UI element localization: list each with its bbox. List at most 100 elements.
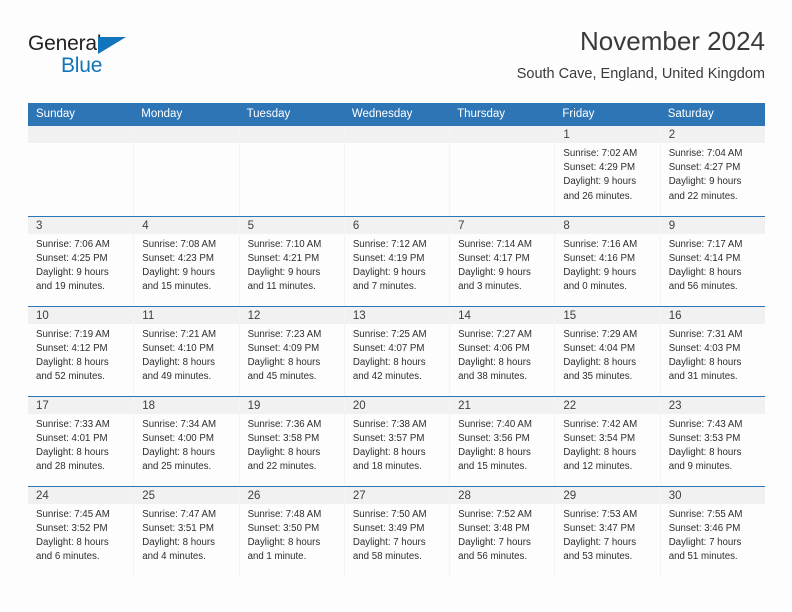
sunrise-time: Sunrise: 7:31 AM [668,328,743,340]
calendar-day-cell[interactable]: 26 Sunrise: 7:48 AM Sunset: 3:50 PM Dayligh… [238,485,344,576]
day-cell-inner: 5 Sunrise: 7:10 AM Sunset: 4:21 PM Daylight… [238,216,344,306]
daylight-hours: Daylight: 8 hours [247,536,321,548]
calendar-day-cell[interactable]: 6 Sunrise: 7:12 AM Sunset: 4:19 PM Daylight… [343,215,450,306]
daylight-hours: Daylight: 9 hours [458,266,531,278]
daylight-minutes: and 45 minutes. [247,371,317,383]
weekday-header-sunday: Sunday [28,103,134,126]
calendar-week-row: 1 Sunrise: 7:02 AM Sunset: 4:29 PM Daylight… [28,126,765,216]
calendar-day-cell[interactable]: 5 Sunrise: 7:10 AM Sunset: 4:21 PM Daylight… [238,215,344,306]
day-number: 9 [660,216,765,234]
calendar-day-cell[interactable]: 1 Sunrise: 7:02 AM Sunset: 4:29 PM Daylight… [554,126,660,216]
daylight-minutes: and 52 minutes. [36,371,105,383]
day-cell-details: Sunrise: 7:12 AM Sunset: 4:19 PM Daylight:… [345,234,449,295]
day-number: 23 [660,396,765,414]
calendar-day-cell[interactable]: 20 Sunrise: 7:38 AM Sunset: 3:57 PM Dayligh… [343,395,450,486]
calendar-day-cell[interactable]: 29 Sunrise: 7:53 AM Sunset: 3:47 PM Dayligh… [554,485,660,576]
calendar-day-cell[interactable]: 27 Sunrise: 7:50 AM Sunset: 3:49 PM Dayligh… [343,485,450,576]
daylight-minutes: and 15 minutes. [458,461,528,473]
calendar-day-cell[interactable]: 13 Sunrise: 7:25 AM Sunset: 4:07 PM Dayligh… [343,305,450,396]
calendar-day-cell[interactable]: 19 Sunrise: 7:36 AM Sunset: 3:58 PM Dayligh… [238,395,344,486]
daylight-minutes: and 3 minutes. [458,281,522,293]
daylight-minutes: and 19 minutes. [36,281,105,293]
calendar-day-cell[interactable]: 4 Sunrise: 7:08 AM Sunset: 4:23 PM Daylight… [133,215,239,306]
day-cell-inner [449,126,555,216]
day-number: 17 [28,396,134,414]
day-number: 21 [450,396,555,414]
day-cell-inner: 12 Sunrise: 7:23 AM Sunset: 4:09 PM Dayligh… [238,306,344,396]
calendar-day-cell[interactable]: 2 Sunrise: 7:04 AM Sunset: 4:27 PM Daylight… [659,126,765,216]
day-number: 20 [344,396,450,414]
day-number: 30 [660,486,765,504]
day-number: 13 [344,306,450,324]
day-cell-inner: 2 Sunrise: 7:04 AM Sunset: 4:27 PM Daylight… [659,126,765,216]
calendar-page: General Blue November 2024 South Cave, E… [0,0,792,612]
daylight-hours: Daylight: 9 hours [247,266,321,278]
brand-name-general: General [28,32,102,55]
sunrise-time: Sunrise: 7:02 AM [563,148,638,159]
daylight-minutes: and 15 minutes. [142,281,212,293]
calendar-day-cell[interactable]: 25 Sunrise: 7:47 AM Sunset: 3:51 PM Dayligh… [133,485,239,576]
day-cell-details: Sunrise: 7:55 AM Sunset: 3:46 PM Daylight:… [661,504,765,565]
calendar-day-cell[interactable]: 9 Sunrise: 7:17 AM Sunset: 4:14 PM Daylight… [659,215,765,306]
sunset-time: Sunset: 4:01 PM [36,432,108,444]
sunrise-time: Sunrise: 7:21 AM [142,328,217,340]
calendar-day-cell[interactable]: 12 Sunrise: 7:23 AM Sunset: 4:09 PM Dayligh… [238,305,344,396]
sunrise-time: Sunrise: 7:25 AM [352,328,427,340]
brand-logo[interactable]: General Blue [28,32,148,80]
calendar-day-cell[interactable]: 23 Sunrise: 7:43 AM Sunset: 3:53 PM Dayligh… [659,395,765,486]
sunset-time: Sunset: 4:06 PM [458,342,530,354]
sunset-time: Sunset: 3:58 PM [247,432,320,444]
sunset-time: Sunset: 4:29 PM [563,162,636,174]
sunset-time: Sunset: 3:49 PM [352,522,425,534]
sunset-time: Sunset: 4:17 PM [458,252,530,264]
calendar-day-cell[interactable]: 8 Sunrise: 7:16 AM Sunset: 4:16 PM Daylight… [554,215,660,306]
day-cell-inner [28,126,134,216]
daylight-hours: Daylight: 8 hours [458,356,531,368]
day-cell-details: Sunrise: 7:02 AM Sunset: 4:29 PM Daylight:… [555,143,659,204]
calendar-day-cell[interactable]: 3 Sunrise: 7:06 AM Sunset: 4:25 PM Daylight… [28,215,134,306]
daylight-minutes: and 25 minutes. [142,461,212,473]
day-number: 12 [239,306,344,324]
day-cell-inner: 19 Sunrise: 7:36 AM Sunset: 3:58 PM Dayligh… [238,396,344,486]
calendar-day-cell[interactable]: 18 Sunrise: 7:34 AM Sunset: 4:00 PM Dayligh… [133,395,239,486]
sunset-time: Sunset: 4:07 PM [352,342,425,354]
calendar-day-cell[interactable]: 15 Sunrise: 7:29 AM Sunset: 4:04 PM Dayligh… [554,305,660,396]
day-cell-details: Sunrise: 7:42 AM Sunset: 3:54 PM Daylight:… [555,414,659,475]
calendar-day-cell[interactable]: 22 Sunrise: 7:42 AM Sunset: 3:54 PM Dayligh… [554,395,660,486]
calendar-day-cell[interactable]: 28 Sunrise: 7:52 AM Sunset: 3:48 PM Dayligh… [449,485,555,576]
calendar-day-cell[interactable]: 14 Sunrise: 7:27 AM Sunset: 4:06 PM Dayligh… [449,305,555,396]
sunset-time: Sunset: 4:03 PM [668,342,741,354]
calendar-week-row: 3 Sunrise: 7:06 AM Sunset: 4:25 PM Daylight… [28,215,765,306]
day-cell-details: Sunrise: 7:40 AM Sunset: 3:56 PM Daylight:… [450,414,554,475]
daylight-hours: Daylight: 9 hours [563,176,637,188]
calendar-day-cell[interactable]: 30 Sunrise: 7:55 AM Sunset: 3:46 PM Dayligh… [659,485,765,576]
calendar-day-cell[interactable]: 7 Sunrise: 7:14 AM Sunset: 4:17 PM Daylight… [449,215,555,306]
day-cell-details: Sunrise: 7:36 AM Sunset: 3:58 PM Daylight:… [240,414,344,475]
sunset-time: Sunset: 4:19 PM [352,252,425,264]
daylight-minutes: and 6 minutes. [36,551,100,563]
day-cell-inner: 22 Sunrise: 7:42 AM Sunset: 3:54 PM Dayligh… [554,396,660,486]
day-number: 8 [555,216,660,234]
calendar-day-cell[interactable]: 17 Sunrise: 7:33 AM Sunset: 4:01 PM Dayligh… [28,395,134,486]
calendar-day-cell[interactable]: 10 Sunrise: 7:19 AM Sunset: 4:12 PM Dayligh… [28,305,134,396]
weekday-header-thursday: Thursday [449,103,555,126]
calendar-day-cell[interactable]: 16 Sunrise: 7:31 AM Sunset: 4:03 PM Dayligh… [659,305,765,396]
sunrise-time: Sunrise: 7:38 AM [352,418,427,430]
sunrise-time: Sunrise: 7:17 AM [668,238,743,250]
daylight-minutes: and 51 minutes. [668,551,738,563]
sunset-time: Sunset: 3:51 PM [142,522,214,534]
weekday-header-row: Sunday Monday Tuesday Wednesday Thursday Frid… [28,103,765,126]
weekday-header-friday: Friday [554,103,660,126]
day-cell-details: Sunrise: 7:23 AM Sunset: 4:09 PM Daylight:… [240,324,344,385]
sunrise-time: Sunrise: 7:45 AM [36,508,110,520]
day-cell-inner [238,126,344,216]
daylight-hours: Daylight: 9 hours [352,266,426,278]
day-number: 19 [239,396,344,414]
daylight-minutes: and 26 minutes. [563,190,633,202]
day-cell-details: Sunrise: 7:31 AM Sunset: 4:03 PM Daylight:… [661,324,765,385]
day-cell-details: Sunrise: 7:52 AM Sunset: 3:48 PM Daylight:… [450,504,554,565]
calendar-day-cell[interactable]: 24 Sunrise: 7:45 AM Sunset: 3:52 PM Dayligh… [28,485,134,576]
calendar-day-cell[interactable]: 21 Sunrise: 7:40 AM Sunset: 3:56 PM Dayligh… [449,395,555,486]
day-cell-details: Sunrise: 7:33 AM Sunset: 4:01 PM Daylight:… [28,414,133,475]
calendar-day-cell[interactable]: 11 Sunrise: 7:21 AM Sunset: 4:10 PM Dayligh… [133,305,239,396]
